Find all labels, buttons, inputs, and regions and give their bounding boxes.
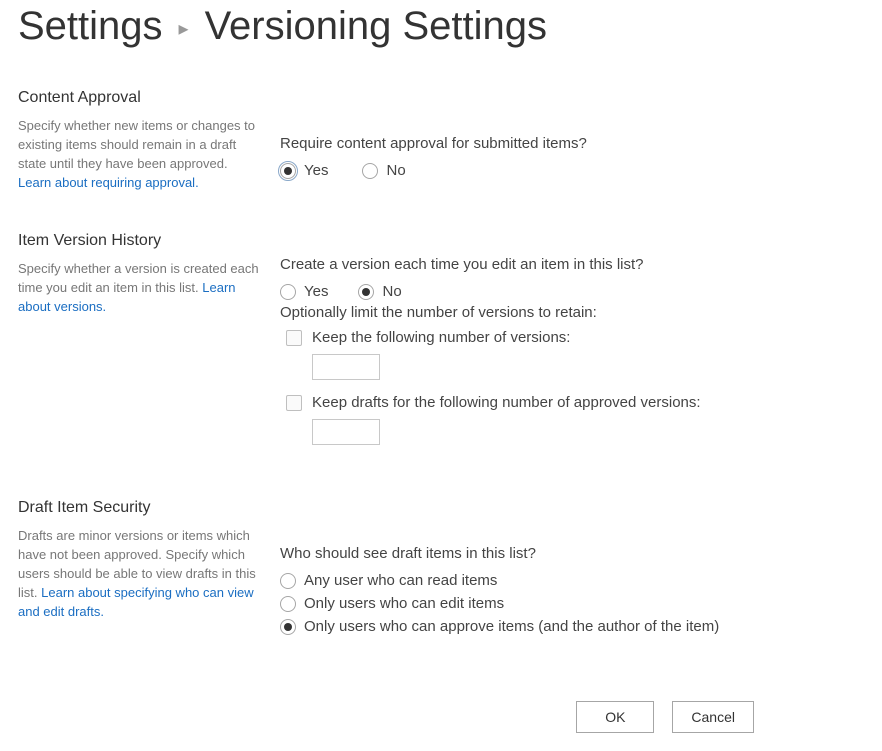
content-approval-desc-text: Specify whether new items or changes to … [18, 118, 255, 171]
content-approval-yes-option[interactable]: Yes [280, 162, 328, 179]
version-history-heading: Item Version History [18, 232, 262, 250]
content-approval-yes-label: Yes [304, 162, 328, 179]
learn-requiring-approval-link[interactable]: Learn about requiring approval. [18, 175, 199, 190]
radio-icon [280, 573, 296, 589]
draft-security-desc: Drafts are minor versions or items which… [18, 527, 262, 621]
version-history-question: Create a version each time you edit an i… [280, 256, 864, 273]
draft-security-editors-option[interactable]: Only users who can edit items [280, 595, 864, 612]
content-approval-no-label: No [386, 162, 405, 179]
draft-security-option-label: Only users who can approve items (and th… [304, 618, 719, 635]
version-history-section: Item Version History Specify whether a v… [18, 232, 864, 459]
radio-icon [280, 163, 296, 179]
draft-security-option-label: Only users who can edit items [304, 595, 504, 612]
keep-versions-checkbox[interactable] [286, 330, 302, 346]
version-history-no-label: No [382, 283, 401, 300]
draft-security-question: Who should see draft items in this list? [280, 545, 864, 562]
version-history-no-option[interactable]: No [358, 283, 401, 300]
radio-icon [280, 284, 296, 300]
keep-drafts-checkbox[interactable] [286, 395, 302, 411]
keep-versions-input[interactable] [312, 354, 380, 380]
radio-icon [358, 284, 374, 300]
content-approval-question: Require content approval for submitted i… [280, 135, 864, 152]
draft-security-approvers-option[interactable]: Only users who can approve items (and th… [280, 618, 864, 635]
content-approval-section: Content Approval Specify whether new ite… [18, 89, 864, 192]
content-approval-heading: Content Approval [18, 89, 262, 107]
button-row: OK Cancel [18, 701, 864, 733]
breadcrumb: Settings ▸ Versioning Settings [18, 4, 864, 49]
keep-drafts-label: Keep drafts for the following number of … [312, 394, 701, 411]
content-approval-no-option[interactable]: No [362, 162, 405, 179]
version-history-desc: Specify whether a version is created eac… [18, 260, 262, 317]
draft-security-any-reader-option[interactable]: Any user who can read items [280, 572, 864, 589]
draft-security-option-label: Any user who can read items [304, 572, 497, 589]
radio-icon [280, 596, 296, 612]
version-limit-question: Optionally limit the number of versions … [280, 304, 864, 321]
content-approval-desc: Specify whether new items or changes to … [18, 117, 262, 192]
version-history-yes-label: Yes [304, 283, 328, 300]
page-title: Versioning Settings [205, 4, 547, 49]
radio-icon [280, 619, 296, 635]
cancel-button[interactable]: Cancel [672, 701, 754, 733]
learn-drafts-link[interactable]: Learn about specifying who can view and … [18, 585, 254, 619]
keep-drafts-input[interactable] [312, 419, 380, 445]
draft-security-heading: Draft Item Security [18, 499, 262, 517]
radio-icon [362, 163, 378, 179]
breadcrumb-settings-link[interactable]: Settings [18, 4, 163, 49]
version-history-yes-option[interactable]: Yes [280, 283, 328, 300]
keep-versions-label: Keep the following number of versions: [312, 329, 570, 346]
draft-security-section: Draft Item Security Drafts are minor ver… [18, 499, 864, 641]
chevron-right-icon: ▸ [179, 16, 189, 41]
ok-button[interactable]: OK [576, 701, 654, 733]
